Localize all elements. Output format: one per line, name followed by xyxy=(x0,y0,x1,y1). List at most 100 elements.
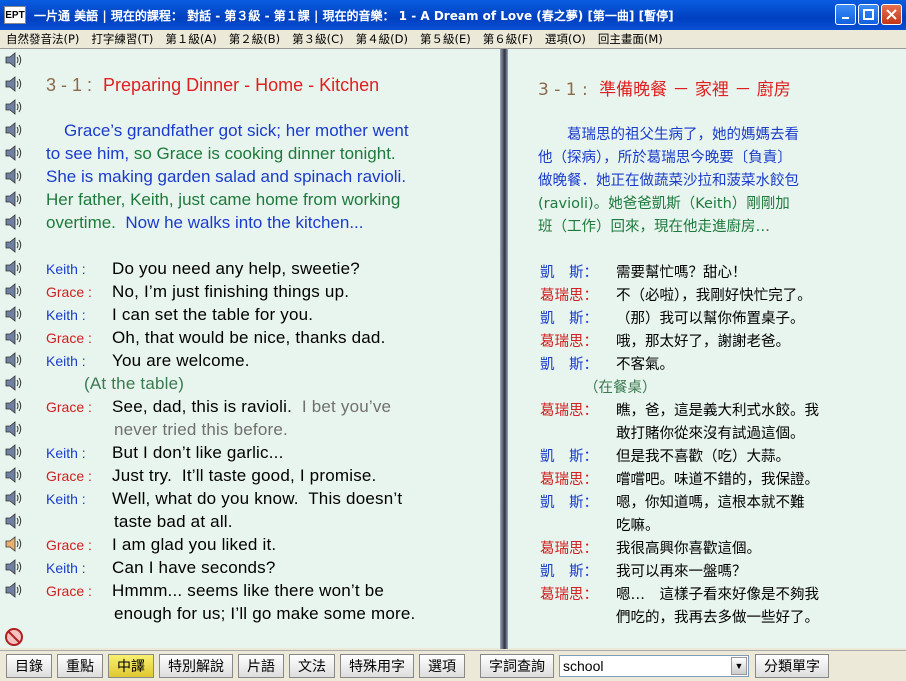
dialogue-text: Can I have seconds? xyxy=(112,558,276,577)
close-icon xyxy=(886,9,897,20)
speaker-keith-zh: 凱 斯： xyxy=(540,357,598,373)
toolbar-button[interactable]: 特別解說 xyxy=(159,654,233,678)
dialogue-line: But I don’t like garlic... xyxy=(112,443,284,463)
intro-line-zh: 班（工作）回來，現在他走進廚房… xyxy=(538,219,770,235)
menu-item[interactable]: 打字練習(T) xyxy=(85,31,159,47)
dialogue-text: Oh, that would be nice, thanks dad. xyxy=(112,328,386,347)
close-button[interactable] xyxy=(881,4,902,25)
dialogue-text: I am glad you liked it. xyxy=(112,535,277,554)
app-icon[interactable]: EPT xyxy=(4,6,26,24)
speaker-keith: Keith : xyxy=(46,307,86,323)
intro-line-zh: 葛瑞思的祖父生病了，她的媽媽去看 xyxy=(538,127,799,143)
intro-text-rest: Now he walks into the kitchen... xyxy=(115,213,364,232)
toolbar-button[interactable]: 目錄 xyxy=(6,654,52,678)
speaker-icon[interactable] xyxy=(4,581,24,599)
dialogue-line-zh: 敢打賭你從來沒有試過這個。 xyxy=(616,426,805,442)
lesson-number: 3 - 1 : xyxy=(46,75,93,95)
menu-item[interactable]: 自然發音法(P) xyxy=(0,31,85,47)
intro-text-rest: so Grace is cooking dinner tonight. xyxy=(129,144,396,163)
title-bar: EPT 一片通 美語 | 現在的課程： 對話 - 第３級 - 第１課 | 現在的… xyxy=(0,0,906,30)
speaker-icon[interactable] xyxy=(4,351,24,369)
intro-text: to see him, xyxy=(46,144,130,163)
menu-item[interactable]: 第２級(B) xyxy=(223,31,286,47)
speaker-icon[interactable] xyxy=(4,167,24,185)
bottom-toolbar: 目錄重點中譯特別解說片語文法特殊用字選項字詞查詢 ▼ 分類單字 xyxy=(0,650,906,681)
speaker-icon[interactable] xyxy=(4,558,24,576)
speaker-gutter xyxy=(0,49,28,649)
toolbar-button[interactable]: 重點 xyxy=(57,654,103,678)
speaker-keith-zh: 凱 斯： xyxy=(540,311,598,327)
menu-item[interactable]: 第４級(D) xyxy=(350,31,414,47)
speaker-icon[interactable] xyxy=(4,51,24,69)
speaker-icon[interactable] xyxy=(4,305,24,323)
speaker-grace: Grace : xyxy=(46,537,92,553)
speaker-icon[interactable] xyxy=(4,121,24,139)
speaker-icon[interactable] xyxy=(4,75,24,93)
toolbar-button[interactable]: 文法 xyxy=(289,654,335,678)
speaker-keith: Keith : xyxy=(46,353,86,369)
speaker-grace-zh: 葛瑞思： xyxy=(540,541,598,557)
speaker-icon[interactable] xyxy=(4,144,24,162)
speaker-icon[interactable] xyxy=(4,328,24,346)
speaker-icon[interactable] xyxy=(4,190,24,208)
dialogue-text: taste bad at all. xyxy=(114,512,233,531)
speaker-icon[interactable] xyxy=(4,282,24,300)
stop-icon[interactable] xyxy=(4,627,24,647)
dialogue-line: Well, what do you know. This doesn’t xyxy=(112,489,402,509)
speaker-icon[interactable] xyxy=(4,443,24,461)
dialogue-line-zh: 嗯，你知道嗎，這根本就不難 xyxy=(616,495,805,511)
speaker-keith-zh: 凱 斯： xyxy=(540,449,598,465)
speaker-grace: Grace : xyxy=(46,284,92,300)
speaker-icon[interactable] xyxy=(4,489,24,507)
dropdown-arrow-icon[interactable]: ▼ xyxy=(731,657,747,675)
speaker-keith: Keith : xyxy=(46,445,86,461)
lesson-area: 3 - 1 : Preparing Dinner - Home - Kitche… xyxy=(0,48,906,649)
word-search-input[interactable] xyxy=(560,658,730,674)
speaker-icon[interactable] xyxy=(4,259,24,277)
maximize-button[interactable] xyxy=(858,4,879,25)
dialogue-line-zh: （在餐桌） xyxy=(584,380,657,396)
speaker-icon[interactable] xyxy=(4,213,24,231)
dialogue-line: Hmmm... seems like there won’t be xyxy=(112,581,384,601)
speaker-grace: Grace : xyxy=(46,583,92,599)
speaker-icon[interactable] xyxy=(4,98,24,116)
toolbar-button[interactable]: 字詞查詢 xyxy=(480,654,554,678)
dialogue-line: Just try. It’ll taste good, I promise. xyxy=(112,466,376,486)
lesson-title-zh: 準備晚餐 － 家裡 － 廚房 xyxy=(599,80,791,100)
dialogue-text: (At the table) xyxy=(84,374,185,393)
dialogue-line-zh: 需要幫忙嗎？甜心！ xyxy=(616,265,747,281)
speaker-icon[interactable] xyxy=(4,374,24,392)
dialogue-line: Can I have seconds? xyxy=(112,558,276,578)
menu-bar: 自然發音法(P) 打字練習(T) 第１級(A) 第２級(B) 第３級(C) 第４級(D) 第… xyxy=(0,30,906,48)
dialogue-line: enough for us; I’ll go make some more. xyxy=(114,604,415,624)
menu-item[interactable]: 第６級(F) xyxy=(477,31,539,47)
toolbar-button[interactable]: 特殊用字 xyxy=(340,654,414,678)
speaker-icon[interactable] xyxy=(4,466,24,484)
intro-line: to see him, so Grace is cooking dinner t… xyxy=(46,144,396,164)
speaker-grace-zh: 葛瑞思： xyxy=(540,587,598,603)
speaker-icon[interactable] xyxy=(4,535,24,553)
dialogue-text-grey: I bet you’ve xyxy=(292,397,392,416)
speaker-icon[interactable] xyxy=(4,397,24,415)
menu-item[interactable]: 第５級(E) xyxy=(414,31,477,47)
speaker-icon[interactable] xyxy=(4,512,24,530)
speaker-icon[interactable] xyxy=(4,420,24,438)
menu-item[interactable]: 第３級(C) xyxy=(286,31,350,47)
toolbar-button[interactable]: 中譯 xyxy=(108,654,154,678)
category-words-button[interactable]: 分類單字 xyxy=(755,654,829,678)
intro-line: overtime. Now he walks into the kitchen.… xyxy=(46,213,363,233)
intro-text: Grace’s grandfather got sick; her mother… xyxy=(64,121,409,140)
toolbar-button[interactable]: 選項 xyxy=(419,654,465,678)
speaker-icon[interactable] xyxy=(4,236,24,254)
toolbar-button[interactable]: 片語 xyxy=(238,654,284,678)
word-search-combo[interactable]: ▼ xyxy=(559,655,749,677)
dialogue-text: Do you need any help, sweetie? xyxy=(112,259,360,278)
menu-item[interactable]: 選項(O) xyxy=(539,31,592,47)
speaker-grace: Grace : xyxy=(46,468,92,484)
minimize-button[interactable] xyxy=(835,4,856,25)
pane-divider[interactable] xyxy=(500,49,508,649)
menu-item[interactable]: 第１級(A) xyxy=(159,31,222,47)
menu-item[interactable]: 回主畫面(M) xyxy=(592,31,669,47)
speaker-grace-zh: 葛瑞思： xyxy=(540,334,598,350)
intro-text: overtime. xyxy=(46,213,116,232)
